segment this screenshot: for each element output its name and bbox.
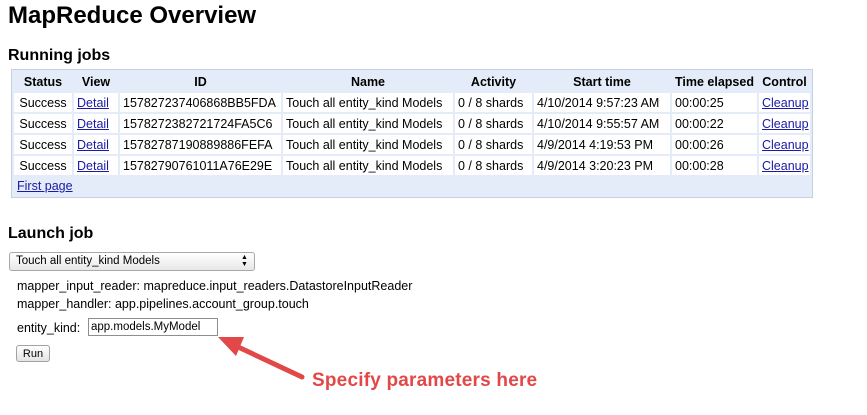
- annotation-callout: Specify parameters here: [312, 370, 538, 391]
- annotation-arrow-icon: [218, 337, 305, 380]
